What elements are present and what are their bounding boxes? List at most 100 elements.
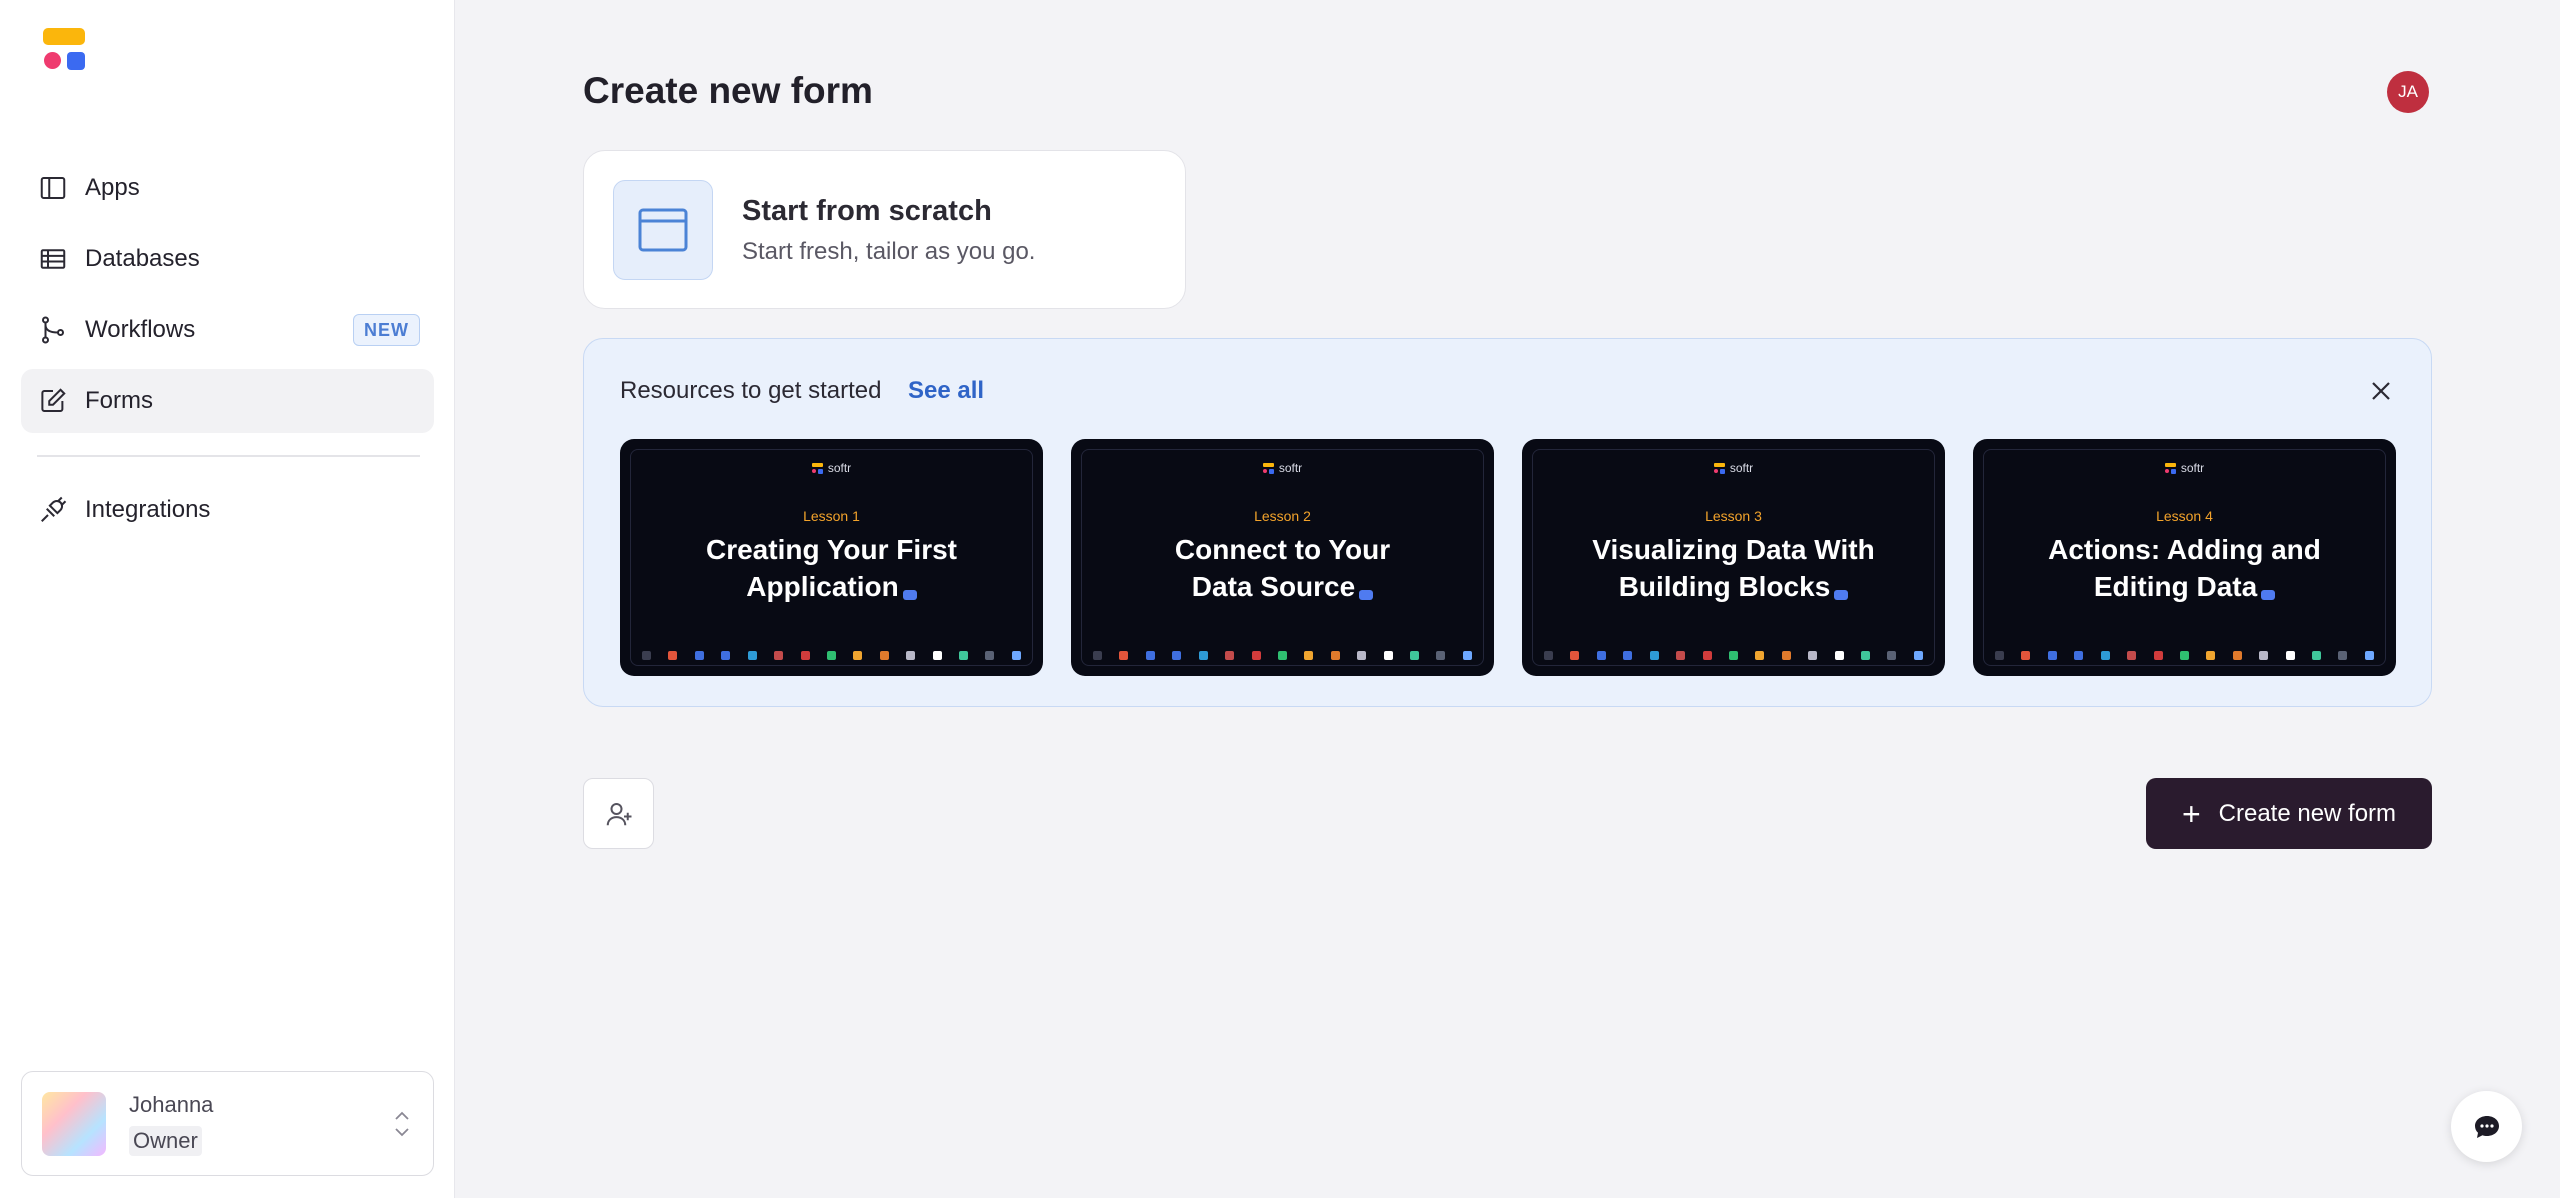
sidebar-item-label: Databases [85,245,200,272]
app-icon [1887,651,1897,660]
app-icon [2074,651,2084,660]
sidebar-item-label: Workflows [85,316,196,343]
softr-logo[interactable] [43,28,87,72]
app-icon [879,651,889,660]
sidebar: Apps Databases Workflows NEW Forms Integ… [0,0,455,1198]
app-icons-strip [1544,651,1923,660]
app-icon [2047,651,2057,660]
lesson-number: Lesson 1 [803,508,860,524]
blank-form-icon [613,180,713,280]
app-icon [1808,651,1818,660]
app-icon [1462,651,1472,660]
softr-logo [2164,462,2176,474]
app-icon [1251,651,1261,660]
lesson-card[interactable]: softr Lesson 4 Actions: Adding and Editin… [1973,439,2396,676]
scratch-title: Start from scratch [742,195,992,227]
sidebar-item-label: Forms [85,387,153,414]
app-icon [826,651,836,660]
cursor-icon [1834,590,1849,600]
softr-brand: softr [1522,461,1945,475]
chevron-up-down-icon [395,1111,409,1137]
workflow-icon [37,314,69,346]
create-new-form-button[interactable]: + Create new form [2146,778,2432,849]
app-icon [800,651,810,660]
app-icon [2232,651,2242,660]
app-icon [906,651,916,660]
sidebar-item-databases[interactable]: Databases [21,227,434,291]
new-badge: NEW [353,314,420,346]
plug-icon [37,494,69,526]
app-icon [2338,651,2348,660]
app-icon [2179,651,2189,660]
workspace-switcher[interactable]: Johanna Owner [21,1071,434,1176]
app-icon [1357,651,1367,660]
invite-user-button[interactable] [583,778,654,849]
app-icon [1119,651,1129,660]
app-icon [694,651,704,660]
sidebar-divider [37,455,420,457]
app-icon [2312,651,2322,660]
sidebar-item-label: Integrations [85,496,211,523]
app-icon [1198,651,1208,660]
app-icon [1436,651,1446,660]
lesson-card[interactable]: softr Lesson 1 Creating Your First Applic… [620,439,1043,676]
app-icon [1145,651,1155,660]
softr-logo [1713,462,1725,474]
lesson-title: Creating Your First Application [705,534,957,602]
sidebar-item-workflows[interactable]: Workflows NEW [21,298,434,362]
app-icon [668,651,678,660]
softr-brand: softr [1973,461,2396,475]
softr-logo [1262,462,1274,474]
app-icon [1383,651,1393,660]
user-name: Johanna [129,1092,214,1117]
lesson-number: Lesson 4 [2156,508,2213,524]
app-icon [1649,651,1659,660]
app-icon [1544,651,1553,660]
lesson-title: Actions: Adding and Editing Data [2048,534,2321,602]
app-icon [1781,651,1791,660]
table-icon [37,243,69,275]
app-icon [747,651,757,660]
app-icon [1755,651,1765,660]
lesson-number: Lesson 3 [1705,508,1762,524]
app-icon [853,651,863,660]
app-icon [1728,651,1738,660]
create-button-label: Create new form [2218,799,2397,827]
app-icon [1172,651,1182,660]
app-icon [2021,651,2031,660]
softr-logo [811,462,823,474]
edit-icon [37,385,69,417]
app-icon [721,651,731,660]
sidebar-item-integrations[interactable]: Integrations [21,478,434,542]
lesson-title: Connect to Your Data Source [1174,534,1391,602]
chat-icon [2474,1115,2499,1138]
start-from-scratch-card[interactable]: Start from scratch Start fresh, tailor a… [583,150,1186,309]
app-icon [932,651,942,660]
user-plus-icon [606,802,631,825]
app-icon [2285,651,2295,660]
sidebar-item-apps[interactable]: Apps [21,156,434,220]
app-icon [1277,651,1287,660]
avatar[interactable]: JA [2387,71,2429,113]
app-icon [1410,651,1420,660]
close-icon[interactable] [2367,377,2395,405]
app-icon [2153,651,2163,660]
app-icon [2364,651,2374,660]
app-icon [642,651,651,660]
softr-brand: softr [1071,461,1494,475]
lesson-card[interactable]: softr Lesson 3 Visualizing Data With Buil… [1522,439,1945,676]
app-icons-strip [1995,651,2374,660]
app-icon [985,651,995,660]
chat-support-button[interactable] [2451,1091,2522,1162]
lesson-card[interactable]: softr Lesson 2 Connect to Your Data Sourc… [1071,439,1494,676]
app-icon [1596,651,1606,660]
app-icon [2259,651,2269,660]
app-icon [1225,651,1235,660]
see-all-link[interactable]: See all [908,377,984,405]
app-icon [1623,651,1633,660]
sidebar-item-forms[interactable]: Forms [21,369,434,433]
cursor-icon [902,590,917,600]
app-icon [959,651,969,660]
app-icon [1995,651,2004,660]
resources-title: Resources to get started [620,377,882,404]
